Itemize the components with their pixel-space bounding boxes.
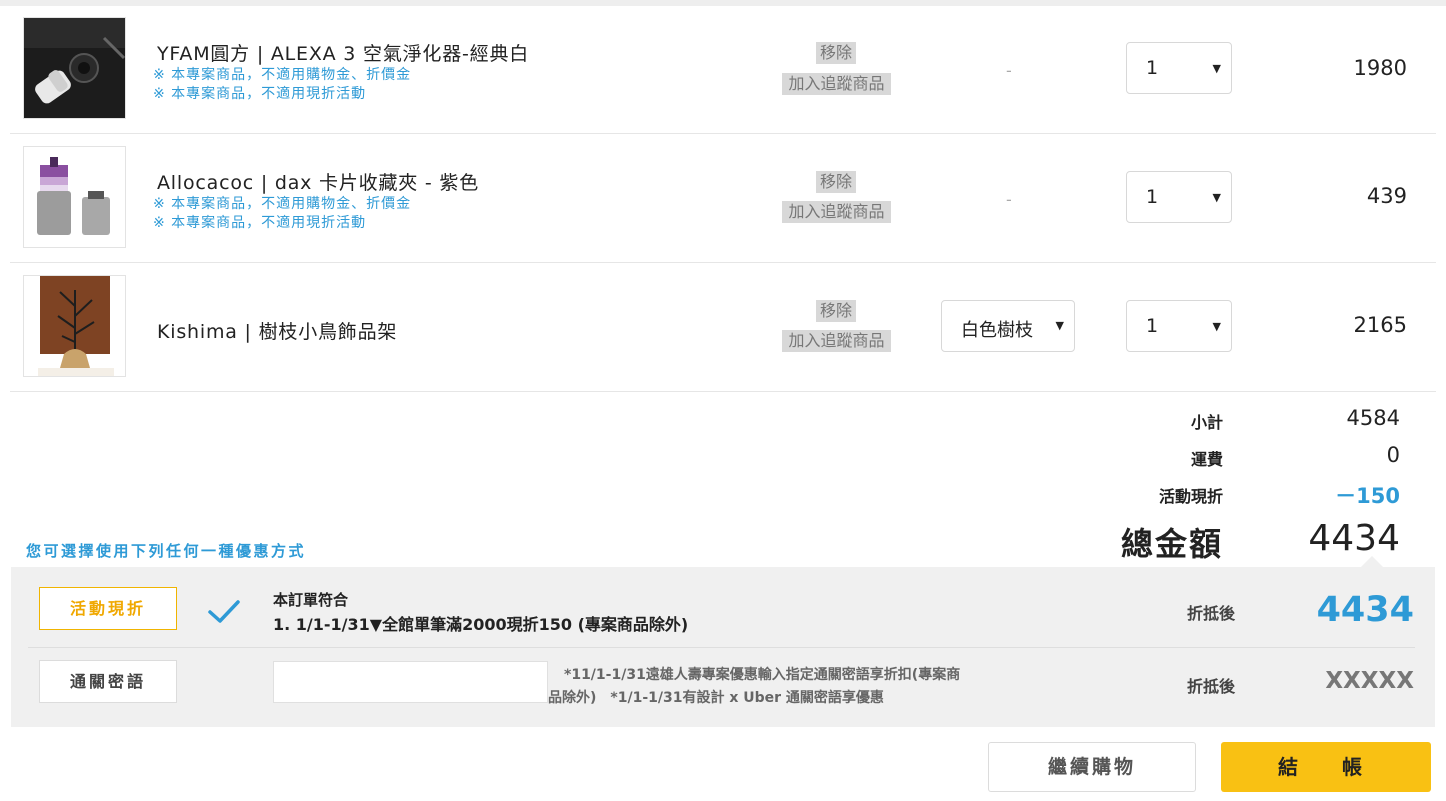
discount-value: －150 xyxy=(1335,484,1400,508)
panel-divider xyxy=(28,647,1415,648)
spec-placeholder: - xyxy=(1006,190,1012,209)
checkout-button[interactable]: 結 帳 xyxy=(1221,742,1431,792)
subtotal-label: 小計 xyxy=(1190,413,1223,432)
product-name[interactable]: Allocacoc | dax 卡片收藏夾 - 紫色 xyxy=(157,168,479,195)
quantity-value: 1 xyxy=(1146,186,1159,208)
continue-shopping-button[interactable]: 繼續購物 xyxy=(988,742,1196,792)
total-label: 總金額 xyxy=(1120,525,1223,563)
quantity-select[interactable]: 1 ▼ xyxy=(1126,171,1232,223)
add-to-wishlist-button[interactable]: 加入追蹤商品 xyxy=(782,201,891,223)
activity-discount-tab-button[interactable]: 活動現折 xyxy=(39,587,177,630)
spec-value: 白色樹枝 xyxy=(961,320,1033,341)
after-discount-label: 折抵後 xyxy=(1186,604,1235,623)
shipping-value: 0 xyxy=(1386,443,1400,467)
shipping-label: 運費 xyxy=(1190,450,1223,469)
passphrase-tab-button[interactable]: 通關密語 xyxy=(39,660,177,703)
cart-item-row: Allocacoc | dax 卡片收藏夾 - 紫色 ※ 本專案商品，不適用購物… xyxy=(10,134,1436,263)
remove-button[interactable]: 移除 xyxy=(816,300,856,322)
passphrase-input[interactable] xyxy=(273,661,548,703)
caret-down-icon: ▼ xyxy=(1212,62,1221,75)
after-discount-label: 折抵後 xyxy=(1186,677,1235,696)
total-value: 4434 xyxy=(1308,518,1400,559)
promo-rule-text: 1. 1/1-1/31▼全館單筆滿2000現折150 (專案商品除外) xyxy=(273,615,689,634)
add-to-wishlist-button[interactable]: 加入追蹤商品 xyxy=(782,73,891,95)
caret-down-icon: ▼ xyxy=(1212,191,1221,204)
product-note: ※ 本專案商品，不適用現折活動 xyxy=(153,215,367,231)
remove-button[interactable]: 移除 xyxy=(816,171,856,193)
product-note: ※ 本專案商品，不適用購物金、折價金 xyxy=(153,67,412,83)
caret-down-icon: ▼ xyxy=(1055,319,1064,332)
cart-item-row: Kishima | 樹枝小鳥飾品架 移除 加入追蹤商品 白色樹枝 ▼ 1 ▼ 2… xyxy=(10,263,1436,392)
product-price: 1980 xyxy=(1353,56,1407,80)
quantity-value: 1 xyxy=(1146,57,1159,79)
quantity-value: 1 xyxy=(1146,315,1159,337)
spec-placeholder: - xyxy=(1006,61,1012,80)
after-discount-value: XXXXX xyxy=(1325,668,1414,694)
product-price: 439 xyxy=(1366,184,1407,208)
product-thumbnail[interactable] xyxy=(23,275,126,377)
panel-pointer xyxy=(1361,556,1383,567)
product-thumbnail[interactable] xyxy=(23,146,126,248)
product-name[interactable]: Kishima | 樹枝小鳥飾品架 xyxy=(157,317,397,344)
subtotal-value: 4584 xyxy=(1346,406,1400,430)
add-to-wishlist-button[interactable]: 加入追蹤商品 xyxy=(782,330,891,352)
product-note: ※ 本專案商品，不適用購物金、折價金 xyxy=(153,196,412,212)
cart-item-row: YFAM圓方 | ALEXA 3 空氣淨化器-經典白 ※ 本專案商品，不適用購物… xyxy=(10,5,1436,134)
remove-button[interactable]: 移除 xyxy=(816,42,856,64)
product-note: ※ 本專案商品，不適用現折活動 xyxy=(153,86,367,102)
caret-down-icon: ▼ xyxy=(1212,320,1221,333)
promo-heading: 您可選擇使用下列任何一種優惠方式 xyxy=(26,542,307,560)
product-name[interactable]: YFAM圓方 | ALEXA 3 空氣淨化器-經典白 xyxy=(157,39,529,66)
quantity-select[interactable]: 1 ▼ xyxy=(1126,42,1232,94)
passphrase-note: 品除外) *1/1-1/31有設計 x Uber 通關密語享優惠 xyxy=(548,690,884,706)
spec-select[interactable]: 白色樹枝 ▼ xyxy=(941,300,1075,352)
discount-label: 活動現折 xyxy=(1158,487,1223,506)
product-thumbnail[interactable] xyxy=(23,17,126,119)
promo-qualify-text: 本訂單符合 xyxy=(273,591,349,609)
check-icon xyxy=(208,600,240,623)
after-discount-value: 4434 xyxy=(1316,590,1414,630)
passphrase-note: *11/1-1/31遠雄人壽專案優惠輸入指定通關密語享折扣(專案商 xyxy=(564,667,961,683)
quantity-select[interactable]: 1 ▼ xyxy=(1126,300,1232,352)
product-price: 2165 xyxy=(1353,313,1407,337)
